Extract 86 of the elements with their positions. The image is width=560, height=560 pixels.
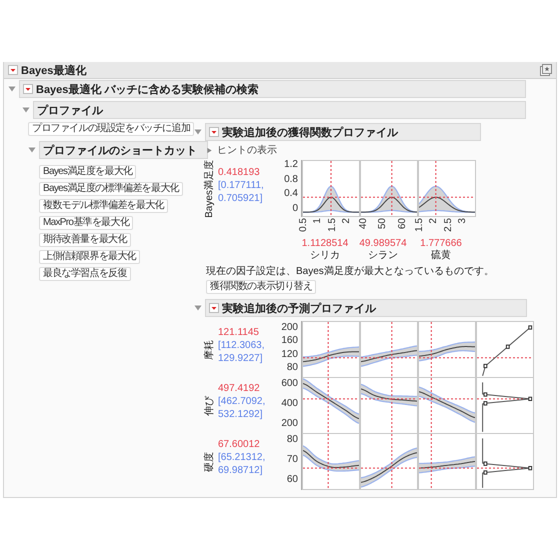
dropdown-icon[interactable] bbox=[209, 303, 219, 313]
tick-label: 200 bbox=[281, 419, 298, 429]
factor-name: シリカ bbox=[310, 250, 340, 262]
axis-label: 摩耗 bbox=[202, 340, 216, 360]
shortcut-button[interactable]: 複数モデル標準偏差を最大化 bbox=[39, 199, 168, 213]
disclosure-triangle-icon[interactable] bbox=[8, 85, 16, 93]
tick-label: 160 bbox=[281, 336, 298, 346]
axis-label: 硬度 bbox=[202, 452, 216, 472]
confidence-interval: [462.7092, 532.1292] bbox=[218, 395, 266, 421]
tick-label: 600 bbox=[281, 379, 298, 389]
disclosure-triangle-icon[interactable] bbox=[206, 146, 213, 154]
shortcut-button[interactable]: Bayes満足度の標準偏差を最大化 bbox=[39, 182, 183, 196]
tick-label: 80 bbox=[286, 435, 298, 445]
factor-value[interactable]: 1.777666 bbox=[420, 238, 462, 249]
tick-label: 2 bbox=[428, 218, 440, 224]
tick-label: 1.5 bbox=[326, 218, 338, 232]
tick-label: 40 bbox=[358, 218, 370, 230]
profile-plot-drawing bbox=[418, 433, 476, 490]
profile-plot-drawing bbox=[360, 160, 418, 217]
desirability-plot-drawing bbox=[476, 433, 534, 490]
profile-plot-drawing bbox=[302, 160, 360, 217]
dropdown-icon[interactable] bbox=[23, 84, 33, 94]
disclosure-triangle-icon[interactable] bbox=[194, 128, 202, 136]
response-value: 0.418193 bbox=[218, 166, 261, 179]
section-title: 実験追加後の予測プロファイル bbox=[222, 302, 376, 316]
add-to-batch-button[interactable]: プロファイルの現設定をバッチに追加 bbox=[28, 122, 194, 136]
profile-plot-drawing bbox=[360, 321, 418, 378]
tick-label: 70 bbox=[286, 455, 298, 465]
factor-value[interactable]: 49.989574 bbox=[359, 238, 407, 249]
tick-label: 50 bbox=[377, 218, 388, 230]
dropdown-icon[interactable] bbox=[8, 65, 18, 75]
response-value: 121.1145 bbox=[218, 326, 260, 339]
section-title: Bayes最適化 バッチに含める実験候補の検索 bbox=[36, 82, 258, 96]
tick-label: 0 bbox=[292, 204, 298, 214]
axis-label: Bayes満足度 bbox=[202, 160, 216, 218]
tick-label: 60 bbox=[286, 475, 298, 485]
tick-label: 2 bbox=[341, 218, 352, 224]
tick-label: 1.2 bbox=[284, 160, 298, 170]
section-title: 実験追加後の獲得関数プロファイル bbox=[222, 126, 398, 140]
profile-plot-drawing bbox=[302, 321, 360, 378]
confidence-interval: [65.21312, 69.98712] bbox=[218, 451, 266, 477]
tick-label: 2.5 bbox=[442, 218, 454, 232]
profile-plot-drawing bbox=[360, 433, 418, 490]
confidence-interval: [0.177111, 0.705921] bbox=[218, 179, 265, 205]
tick-label: 120 bbox=[281, 350, 298, 360]
tick-label: 1 bbox=[312, 218, 324, 224]
response-value: 67.60012 bbox=[218, 438, 261, 451]
desirability-plot-drawing bbox=[476, 321, 534, 378]
shortcut-button[interactable]: 期待改善量を最大化 bbox=[39, 233, 131, 247]
tick-label: 3 bbox=[457, 218, 468, 224]
shortcut-button[interactable]: 上側信頼限界を最大化 bbox=[39, 250, 140, 264]
confidence-interval: [112.3063, 129.9227] bbox=[218, 339, 266, 365]
disclosure-triangle-icon[interactable] bbox=[22, 106, 30, 114]
profile-plot-drawing bbox=[418, 377, 476, 434]
tick-label: 80 bbox=[286, 362, 298, 373]
dropdown-icon[interactable] bbox=[209, 127, 219, 137]
factor-name: 硫黄 bbox=[431, 250, 451, 262]
tick-label: 60 bbox=[396, 218, 408, 230]
desirability-plot-drawing bbox=[476, 377, 534, 434]
disclosure-triangle-icon[interactable] bbox=[194, 304, 202, 312]
profile-plot-drawing bbox=[418, 321, 476, 378]
response-value: 497.4192 bbox=[218, 382, 261, 395]
profile-plot-drawing bbox=[418, 160, 476, 217]
shortcut-button[interactable]: MaxPro基準を最大化 bbox=[39, 216, 134, 230]
tick-label: 1.5 bbox=[414, 218, 425, 232]
axis-label: 伸び bbox=[203, 396, 216, 416]
tick-label: 0.5 bbox=[298, 218, 309, 232]
report-title: Bayes最適化 bbox=[21, 64, 86, 78]
tick-label: 0.8 bbox=[284, 174, 298, 185]
status-note: 現在の因子設定は、Bayes満足度が最大となっているものです。 bbox=[206, 264, 494, 278]
star-box-icon[interactable] bbox=[540, 64, 552, 76]
hint-toggle[interactable]: ヒントの表示 bbox=[217, 143, 277, 157]
section-title: プロファイルのショートカット bbox=[43, 144, 197, 158]
toggle-display-button[interactable]: 獲得関数の表示切り替え bbox=[206, 280, 316, 294]
shortcut-button[interactable]: Bayes満足度を最大化 bbox=[39, 165, 136, 179]
profile-plot-drawing bbox=[302, 433, 360, 490]
section-title: プロファイル bbox=[37, 104, 103, 118]
tick-label: 200 bbox=[281, 323, 298, 333]
factor-name: シラン bbox=[368, 250, 398, 262]
shortcut-button[interactable]: 最良な学習点を反復 bbox=[39, 267, 131, 281]
disclosure-triangle-icon[interactable] bbox=[28, 146, 36, 154]
profile-plot-drawing bbox=[360, 377, 418, 434]
profile-plot-drawing bbox=[302, 377, 360, 434]
factor-value[interactable]: 1.1128514 bbox=[302, 238, 348, 249]
tick-label: 400 bbox=[281, 399, 298, 409]
tick-label: 0.4 bbox=[284, 189, 298, 200]
